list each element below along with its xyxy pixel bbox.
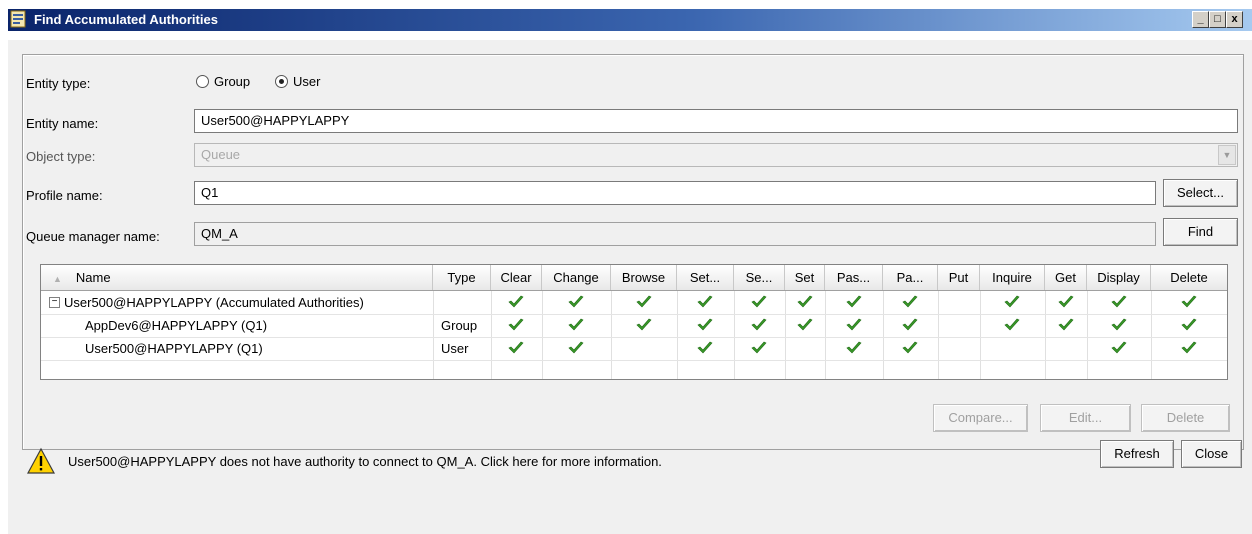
checkmark-icon	[568, 341, 584, 354]
authorities-table: ▲ Name Type Clear Change Browse Set... Se…	[40, 264, 1228, 380]
group-radio-label: Group	[214, 74, 251, 89]
maximize-button[interactable]: □	[1209, 11, 1226, 28]
title-bar: Find Accumulated Authorities _ □ x	[0, 0, 1252, 40]
checkmark-icon	[697, 318, 713, 331]
user-radio-dot[interactable]	[275, 75, 288, 88]
group-radio-dot[interactable]	[196, 75, 209, 88]
entity-name-field[interactable]: User500@HAPPYLAPPY	[194, 109, 1238, 133]
object-type-value: Queue	[201, 147, 241, 162]
row-name: User500@HAPPYLAPPY (Accumulated Authorit…	[64, 295, 364, 310]
checkmark-icon	[797, 295, 813, 308]
chevron-down-icon[interactable]: ▼	[1218, 145, 1236, 165]
checkmark-icon	[846, 295, 862, 308]
column-delete[interactable]: Delete	[1151, 265, 1227, 290]
checkmark-icon	[797, 318, 813, 331]
checkmark-icon	[1004, 295, 1020, 308]
object-type-label: Object type:	[26, 149, 96, 164]
checkmark-icon	[697, 341, 713, 354]
delete-button[interactable]: Delete	[1141, 404, 1230, 432]
user-radio[interactable]: User	[275, 74, 320, 89]
profile-name-label: Profile name:	[26, 188, 103, 203]
checkmark-icon	[1111, 295, 1127, 308]
select-button[interactable]: Select...	[1163, 179, 1238, 207]
sort-up-icon: ▲	[53, 274, 62, 284]
minimize-button[interactable]: _	[1192, 11, 1209, 28]
column-pass-all[interactable]: Pas...	[825, 265, 883, 290]
checkmark-icon	[1181, 341, 1197, 354]
checkmark-icon	[902, 341, 918, 354]
queue-manager-field[interactable]: QM_A	[194, 222, 1156, 246]
close-window-button[interactable]: x	[1226, 11, 1243, 28]
checkmark-icon	[508, 341, 524, 354]
column-set-all[interactable]: Set...	[677, 265, 734, 290]
row-type: Group	[441, 318, 478, 333]
checkmark-icon	[568, 318, 584, 331]
checkmark-icon	[568, 295, 584, 308]
column-inquire[interactable]: Inquire	[980, 265, 1045, 290]
checkmark-icon	[508, 295, 524, 308]
column-change[interactable]: Change	[542, 265, 611, 290]
column-name[interactable]: ▲ Name	[41, 265, 433, 290]
profile-name-field[interactable]: Q1	[194, 181, 1156, 205]
column-pass-identity[interactable]: Pa...	[883, 265, 938, 290]
checkmark-icon	[1058, 318, 1074, 331]
checkmark-icon	[636, 318, 652, 331]
refresh-button[interactable]: Refresh	[1100, 440, 1174, 468]
row-name: User500@HAPPYLAPPY (Q1)	[85, 341, 263, 356]
object-type-select[interactable]: Queue ▼	[194, 143, 1238, 167]
checkmark-icon	[1181, 295, 1197, 308]
column-display[interactable]: Display	[1087, 265, 1151, 290]
checkmark-icon	[846, 341, 862, 354]
checkmark-icon	[846, 318, 862, 331]
collapse-icon[interactable]: −	[49, 297, 60, 308]
checkmark-icon	[1111, 341, 1127, 354]
checkmark-icon	[902, 295, 918, 308]
queue-manager-label: Queue manager name:	[26, 229, 160, 244]
table-row-user[interactable]: User500@HAPPYLAPPY (Q1) User	[41, 338, 1227, 361]
checkmark-icon	[1058, 295, 1074, 308]
checkmark-icon	[902, 318, 918, 331]
column-browse[interactable]: Browse	[611, 265, 677, 290]
column-set[interactable]: Set	[785, 265, 825, 290]
column-set-identity[interactable]: Se...	[734, 265, 785, 290]
checkmark-icon	[751, 318, 767, 331]
column-clear[interactable]: Clear	[491, 265, 542, 290]
table-row-group[interactable]: AppDev6@HAPPYLAPPY (Q1) Group	[41, 315, 1227, 338]
compare-button[interactable]: Compare...	[933, 404, 1028, 432]
user-radio-label: User	[293, 74, 321, 89]
checkmark-icon	[751, 295, 767, 308]
checkmark-icon	[1181, 318, 1197, 331]
table-header: ▲ Name Type Clear Change Browse Set... Se…	[41, 265, 1227, 291]
checkmark-icon	[751, 341, 767, 354]
table-row-accumulated[interactable]: − User500@HAPPYLAPPY (Accumulated Author…	[41, 292, 1227, 315]
row-type: User	[441, 341, 469, 356]
warning-text[interactable]: User500@HAPPYLAPPY does not have authori…	[68, 454, 662, 469]
entity-name-label: Entity name:	[26, 116, 99, 131]
checkmark-icon	[697, 295, 713, 308]
checkmark-icon	[1004, 318, 1020, 331]
find-button[interactable]: Find	[1163, 218, 1238, 246]
checkmark-icon	[508, 318, 524, 331]
close-button[interactable]: Close	[1181, 440, 1242, 468]
window-title: Find Accumulated Authorities	[34, 12, 218, 27]
warning-triangle-icon	[26, 447, 56, 474]
group-radio[interactable]: Group	[196, 74, 250, 89]
checkmark-icon	[1111, 318, 1127, 331]
app-icon	[10, 10, 26, 28]
column-put[interactable]: Put	[938, 265, 980, 290]
status-message[interactable]: User500@HAPPYLAPPY does not have authori…	[26, 447, 662, 475]
column-type[interactable]: Type	[433, 265, 491, 290]
column-get[interactable]: Get	[1045, 265, 1087, 290]
edit-button[interactable]: Edit...	[1040, 404, 1131, 432]
checkmark-icon	[636, 295, 652, 308]
entity-type-label: Entity type:	[26, 76, 91, 91]
row-name: AppDev6@HAPPYLAPPY (Q1)	[85, 318, 268, 333]
